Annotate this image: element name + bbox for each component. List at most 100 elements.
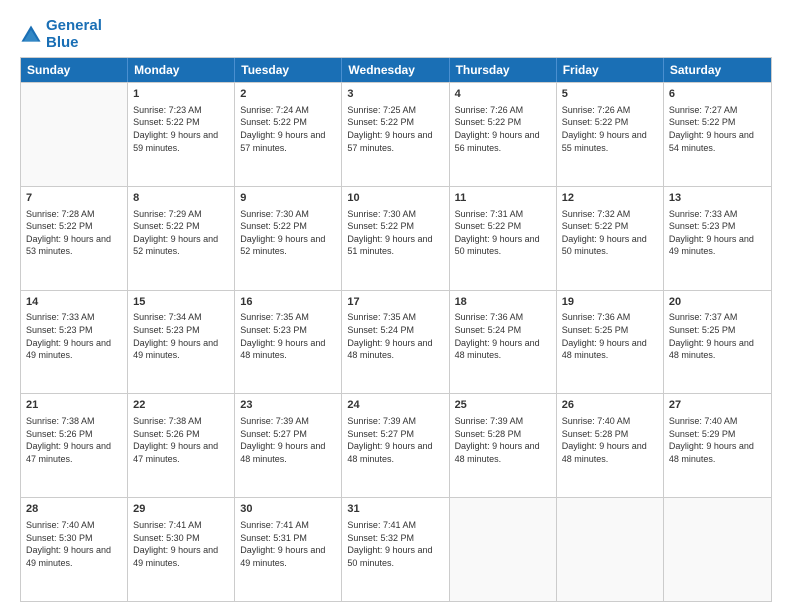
calendar-cell: 8 Sunrise: 7:29 AMSunset: 5:22 PMDaylight…: [128, 187, 235, 290]
calendar-cell: 20Sunrise: 7:37 AMSunset: 5:25 PMDayligh…: [664, 291, 771, 394]
calendar-cell: 3Sunrise: 7:25 AMSunset: 5:22 PMDaylight…: [342, 83, 449, 186]
day-number: 18: [455, 295, 551, 310]
day-number: 20: [669, 295, 766, 310]
day-number: 4: [455, 87, 551, 102]
calendar-body: 1Sunrise: 7:23 AMSunset: 5:22 PMDaylight…: [21, 82, 771, 601]
day-info: Sunrise: 7:40 AMSunset: 5:28 PMDaylight:…: [562, 415, 658, 465]
calendar-cell: [664, 498, 771, 601]
calendar-cell: 24 Sunrise: 7:39 AMSunset: 5:27 PMDayligh…: [342, 394, 449, 497]
day-info: Sunrise: 7:37 AMSunset: 5:25 PMDaylight:…: [669, 311, 766, 361]
calendar-week-row: 14Sunrise: 7:33 AMSunset: 5:23 PMDayligh…: [21, 290, 771, 394]
day-number: 15: [133, 295, 229, 310]
day-number: 17: [347, 295, 443, 310]
day-number: 6: [669, 87, 766, 102]
day-info: Sunrise: 7:36 AMSunset: 5:24 PMDaylight:…: [455, 311, 551, 361]
day-info: Sunrise: 7:38 AMSunset: 5:26 PMDaylight:…: [26, 415, 122, 465]
day-info: Sunrise: 7:27 AMSunset: 5:22 PMDaylight:…: [669, 104, 766, 154]
calendar-cell: 13 Sunrise: 7:33 AMSunset: 5:23 PMDayligh…: [664, 187, 771, 290]
logo: General Blue: [20, 18, 102, 51]
calendar-cell: 28 Sunrise: 7:40 AMSunset: 5:30 PMDayligh…: [21, 498, 128, 601]
day-number: 24: [347, 398, 443, 413]
calendar-cell: 14Sunrise: 7:33 AMSunset: 5:23 PMDayligh…: [21, 291, 128, 394]
day-info: Sunrise: 7:24 AMSunset: 5:22 PMDaylight:…: [240, 104, 336, 154]
calendar: SundayMondayTuesdayWednesdayThursdayFrid…: [20, 57, 772, 602]
day-number: 28: [26, 502, 122, 517]
day-info: Sunrise: 7:39 AMSunset: 5:27 PMDaylight:…: [347, 415, 443, 465]
day-number: 9: [240, 191, 336, 206]
calendar-week-row: 7Sunrise: 7:28 AMSunset: 5:22 PMDaylight…: [21, 186, 771, 290]
calendar-cell: 21Sunrise: 7:38 AMSunset: 5:26 PMDayligh…: [21, 394, 128, 497]
calendar-cell: 11Sunrise: 7:31 AMSunset: 5:22 PMDayligh…: [450, 187, 557, 290]
day-number: 5: [562, 87, 658, 102]
calendar-header-day: Sunday: [21, 58, 128, 82]
calendar-cell: 30 Sunrise: 7:41 AMSunset: 5:31 PMDayligh…: [235, 498, 342, 601]
day-info: Sunrise: 7:34 AMSunset: 5:23 PMDaylight:…: [133, 311, 229, 361]
day-number: 26: [562, 398, 658, 413]
day-info: Sunrise: 7:39 AMSunset: 5:27 PMDaylight:…: [240, 415, 336, 465]
day-number: 2: [240, 87, 336, 102]
calendar-cell: [21, 83, 128, 186]
calendar-cell: 18Sunrise: 7:36 AMSunset: 5:24 PMDayligh…: [450, 291, 557, 394]
calendar-cell: 19Sunrise: 7:36 AMSunset: 5:25 PMDayligh…: [557, 291, 664, 394]
calendar-cell: 7Sunrise: 7:28 AMSunset: 5:22 PMDaylight…: [21, 187, 128, 290]
day-number: 16: [240, 295, 336, 310]
day-info: Sunrise: 7:28 AMSunset: 5:22 PMDaylight:…: [26, 208, 122, 258]
day-number: 29: [133, 502, 229, 517]
calendar-cell: 10 Sunrise: 7:30 AMSunset: 5:22 PMDayligh…: [342, 187, 449, 290]
day-info: Sunrise: 7:30 AMSunset: 5:22 PMDaylight:…: [347, 208, 443, 258]
day-number: 13: [669, 191, 766, 206]
day-number: 27: [669, 398, 766, 413]
day-number: 30: [240, 502, 336, 517]
day-number: 19: [562, 295, 658, 310]
day-info: Sunrise: 7:35 AMSunset: 5:23 PMDaylight:…: [240, 311, 336, 361]
day-info: Sunrise: 7:33 AMSunset: 5:23 PMDaylight:…: [26, 311, 122, 361]
calendar-cell: 4 Sunrise: 7:26 AMSunset: 5:22 PMDaylight…: [450, 83, 557, 186]
calendar-week-row: 1Sunrise: 7:23 AMSunset: 5:22 PMDaylight…: [21, 82, 771, 186]
calendar-cell: [450, 498, 557, 601]
day-info: Sunrise: 7:23 AMSunset: 5:22 PMDaylight:…: [133, 104, 229, 154]
day-info: Sunrise: 7:41 AMSunset: 5:31 PMDaylight:…: [240, 519, 336, 569]
day-number: 8: [133, 191, 229, 206]
day-number: 10: [347, 191, 443, 206]
calendar-cell: 5 Sunrise: 7:26 AMSunset: 5:22 PMDaylight…: [557, 83, 664, 186]
day-info: Sunrise: 7:36 AMSunset: 5:25 PMDaylight:…: [562, 311, 658, 361]
logo-text: General Blue: [46, 18, 102, 51]
calendar-week-row: 21Sunrise: 7:38 AMSunset: 5:26 PMDayligh…: [21, 393, 771, 497]
day-info: Sunrise: 7:35 AMSunset: 5:24 PMDaylight:…: [347, 311, 443, 361]
calendar-cell: 29 Sunrise: 7:41 AMSunset: 5:30 PMDayligh…: [128, 498, 235, 601]
day-info: Sunrise: 7:41 AMSunset: 5:32 PMDaylight:…: [347, 519, 443, 569]
calendar-cell: 23 Sunrise: 7:39 AMSunset: 5:27 PMDayligh…: [235, 394, 342, 497]
day-number: 22: [133, 398, 229, 413]
calendar-cell: 31 Sunrise: 7:41 AMSunset: 5:32 PMDayligh…: [342, 498, 449, 601]
calendar-cell: 9Sunrise: 7:30 AMSunset: 5:22 PMDaylight…: [235, 187, 342, 290]
calendar-cell: 1Sunrise: 7:23 AMSunset: 5:22 PMDaylight…: [128, 83, 235, 186]
day-info: Sunrise: 7:38 AMSunset: 5:26 PMDaylight:…: [133, 415, 229, 465]
calendar-header-day: Tuesday: [235, 58, 342, 82]
calendar-cell: 15Sunrise: 7:34 AMSunset: 5:23 PMDayligh…: [128, 291, 235, 394]
header: General Blue: [20, 18, 772, 51]
calendar-header-day: Saturday: [664, 58, 771, 82]
day-info: Sunrise: 7:32 AMSunset: 5:22 PMDaylight:…: [562, 208, 658, 258]
day-info: Sunrise: 7:26 AMSunset: 5:22 PMDaylight:…: [455, 104, 551, 154]
day-number: 23: [240, 398, 336, 413]
day-info: Sunrise: 7:26 AMSunset: 5:22 PMDaylight:…: [562, 104, 658, 154]
calendar-cell: 26 Sunrise: 7:40 AMSunset: 5:28 PMDayligh…: [557, 394, 664, 497]
calendar-cell: 27 Sunrise: 7:40 AMSunset: 5:29 PMDayligh…: [664, 394, 771, 497]
calendar-cell: 16Sunrise: 7:35 AMSunset: 5:23 PMDayligh…: [235, 291, 342, 394]
day-info: Sunrise: 7:29 AMSunset: 5:22 PMDaylight:…: [133, 208, 229, 258]
day-number: 31: [347, 502, 443, 517]
day-number: 12: [562, 191, 658, 206]
calendar-cell: 25Sunrise: 7:39 AMSunset: 5:28 PMDayligh…: [450, 394, 557, 497]
day-info: Sunrise: 7:40 AMSunset: 5:29 PMDaylight:…: [669, 415, 766, 465]
calendar-cell: 22 Sunrise: 7:38 AMSunset: 5:26 PMDayligh…: [128, 394, 235, 497]
day-info: Sunrise: 7:33 AMSunset: 5:23 PMDaylight:…: [669, 208, 766, 258]
day-info: Sunrise: 7:39 AMSunset: 5:28 PMDaylight:…: [455, 415, 551, 465]
calendar-header-day: Friday: [557, 58, 664, 82]
calendar-cell: 17Sunrise: 7:35 AMSunset: 5:24 PMDayligh…: [342, 291, 449, 394]
day-info: Sunrise: 7:40 AMSunset: 5:30 PMDaylight:…: [26, 519, 122, 569]
day-info: Sunrise: 7:25 AMSunset: 5:22 PMDaylight:…: [347, 104, 443, 154]
calendar-week-row: 28 Sunrise: 7:40 AMSunset: 5:30 PMDayligh…: [21, 497, 771, 601]
day-info: Sunrise: 7:41 AMSunset: 5:30 PMDaylight:…: [133, 519, 229, 569]
calendar-cell: 6 Sunrise: 7:27 AMSunset: 5:22 PMDaylight…: [664, 83, 771, 186]
logo-icon: [20, 24, 42, 46]
